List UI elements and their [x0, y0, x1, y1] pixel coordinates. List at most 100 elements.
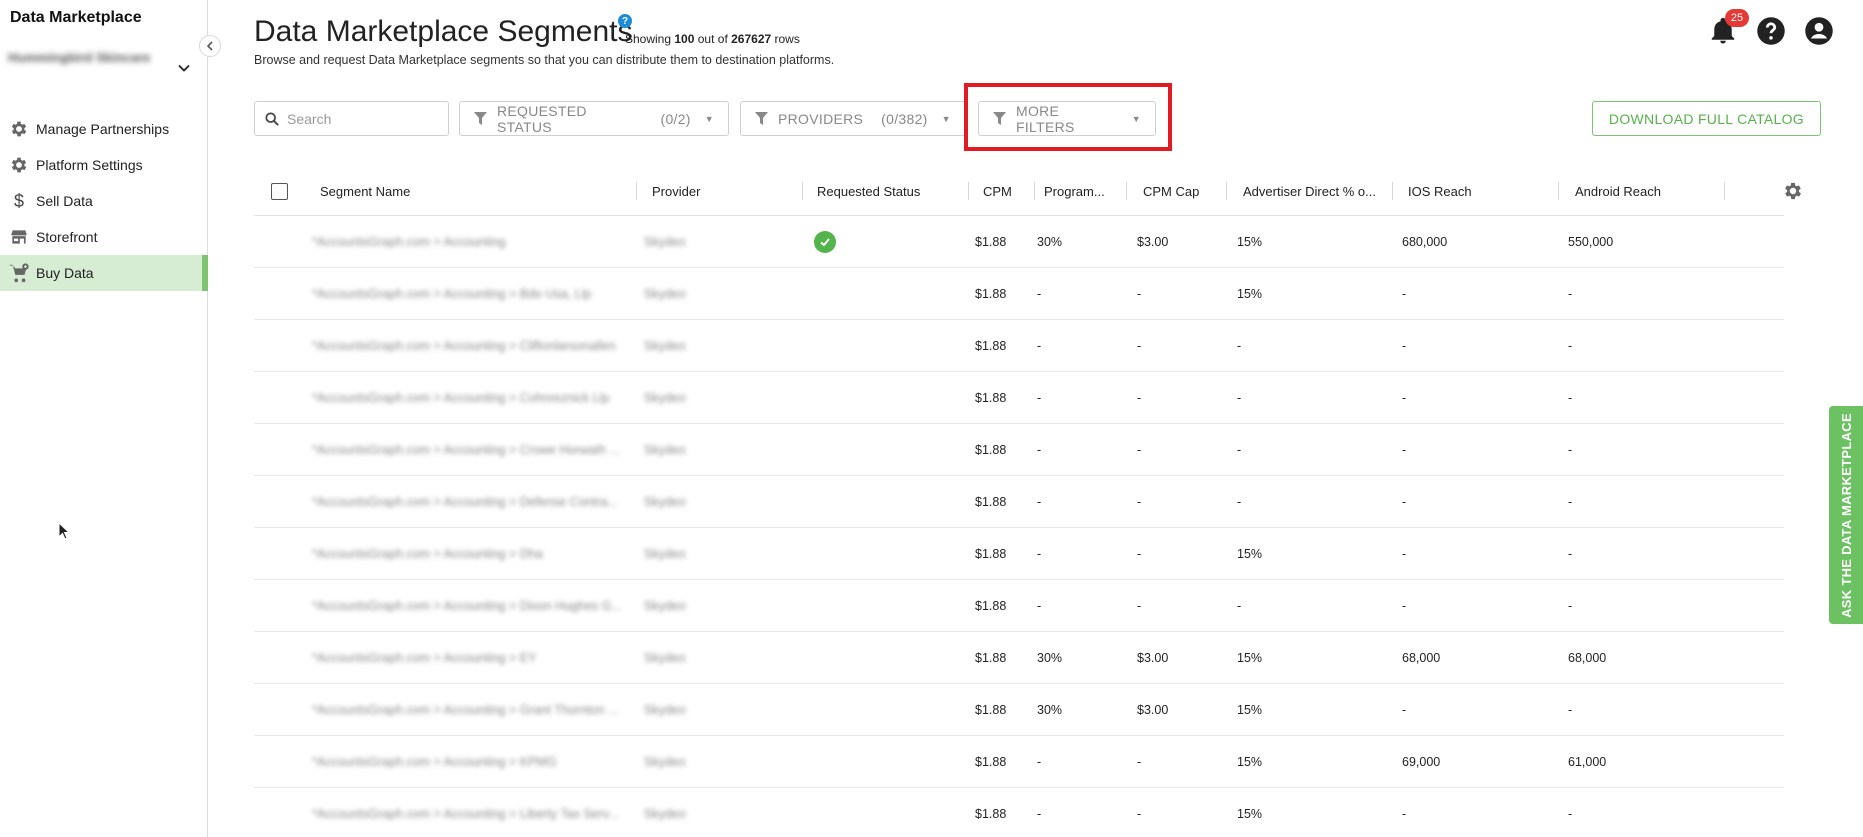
cell-cpm: $1.88: [975, 235, 1007, 249]
sidebar-item-buy-data[interactable]: Buy Data: [0, 255, 208, 291]
header-provider[interactable]: Provider: [652, 167, 700, 216]
cell-programmatic: -: [1037, 339, 1042, 353]
cell-programmatic: -: [1037, 547, 1042, 561]
cell-programmatic: -: [1037, 807, 1042, 821]
help-icon[interactable]: ?: [618, 14, 632, 28]
cell-segment-name: *AccountsGraph.com > Accounting > EY: [312, 651, 537, 665]
table-row[interactable]: *AccountsGraph.com > Accounting > KPMG Sk…: [254, 736, 1784, 788]
filter-icon: [755, 111, 768, 126]
table-row[interactable]: *AccountsGraph.com > Accounting > Dixon …: [254, 580, 1784, 632]
cell-advertiser-direct: 15%: [1237, 287, 1263, 301]
cell-cpm: $1.88: [975, 339, 1007, 353]
cell-cpm-cap: -: [1137, 807, 1142, 821]
cell-cpm-cap: $3.00: [1137, 235, 1169, 249]
header-requested-status[interactable]: Requested Status: [817, 167, 920, 216]
header-cpm-cap[interactable]: CPM Cap: [1143, 167, 1199, 216]
header-cpm[interactable]: CPM: [983, 167, 1012, 216]
cell-android-reach: 550,000: [1568, 235, 1614, 249]
page-subtitle: Browse and request Data Marketplace segm…: [254, 53, 835, 67]
collapse-sidebar-button[interactable]: [199, 35, 221, 57]
table-row[interactable]: *AccountsGraph.com > Accounting > Defens…: [254, 476, 1784, 528]
total-rows: 267627: [731, 32, 772, 46]
table-row[interactable]: *AccountsGraph.com > Accounting > Crowe …: [254, 424, 1784, 476]
cell-advertiser-direct: -: [1237, 443, 1242, 457]
user-menu-button[interactable]: [1803, 15, 1835, 47]
caret-down-icon: ▼: [704, 113, 714, 124]
cell-advertiser-direct: 15%: [1237, 807, 1263, 821]
download-full-catalog-button[interactable]: DOWNLOAD FULL CATALOG: [1591, 101, 1821, 136]
sidebar-item-sell-data[interactable]: $ Sell Data: [0, 183, 208, 219]
cell-segment-name: *AccountsGraph.com > Accounting > Bdo Us…: [312, 287, 592, 301]
cell-ios-reach: -: [1402, 391, 1407, 405]
cell-provider: Skydeo: [644, 443, 686, 457]
help-button[interactable]: [1755, 15, 1787, 47]
cell-programmatic: -: [1037, 443, 1042, 457]
check-circle-icon: [814, 231, 836, 253]
table-header: Segment Name Provider Requested Status C…: [254, 167, 1801, 216]
showing-count: 100: [674, 32, 695, 46]
cell-provider: Skydeo: [644, 391, 686, 405]
cell-segment-name: *AccountsGraph.com > Accounting > Clifto…: [312, 339, 616, 353]
sidebar-item-label: Manage Partnerships: [36, 121, 170, 137]
header-android-reach[interactable]: Android Reach: [1575, 167, 1661, 216]
search-icon: [265, 111, 279, 126]
search-input[interactable]: [287, 110, 437, 127]
sidebar-item-platform-settings[interactable]: Platform Settings: [0, 147, 208, 183]
cell-ios-reach: -: [1402, 495, 1407, 509]
search-box: [254, 101, 449, 136]
column-settings-button[interactable]: [1782, 180, 1804, 205]
notifications-button[interactable]: 25: [1707, 9, 1749, 47]
table-row[interactable]: *AccountsGraph.com > Accounting > EY Skyd…: [254, 632, 1784, 684]
ask-the-data-marketplace-tab[interactable]: ASK THE DATA MARKETPLACE: [1829, 406, 1863, 624]
sidebar: Data Marketplace Hummingbird Skincare Ma…: [0, 0, 208, 837]
sidebar-item-label: Storefront: [36, 229, 98, 245]
cell-programmatic: -: [1037, 391, 1042, 405]
showing-prefix: Showing: [625, 32, 672, 46]
chevron-left-icon: [206, 41, 213, 51]
table-row[interactable]: *AccountsGraph.com > Accounting > Dha Sky…: [254, 528, 1784, 580]
gear-icon: [1785, 182, 1801, 200]
header-advertiser-direct[interactable]: Advertiser Direct % o...: [1243, 167, 1376, 216]
cell-android-reach: -: [1568, 547, 1573, 561]
table-row[interactable]: *AccountsGraph.com > Accounting > Bdo Us…: [254, 268, 1784, 320]
cell-android-reach: -: [1568, 287, 1573, 301]
cell-programmatic: -: [1037, 599, 1042, 613]
sidebar-item-storefront[interactable]: Storefront: [0, 219, 208, 255]
cell-provider: Skydeo: [644, 651, 686, 665]
table-row[interactable]: *AccountsGraph.com > Accounting Skydeo $1.…: [254, 216, 1784, 268]
app-title: Data Marketplace: [10, 9, 142, 26]
cell-provider: Skydeo: [644, 235, 686, 249]
providers-count: (0/382): [881, 110, 928, 127]
cell-programmatic: 30%: [1037, 651, 1063, 665]
requested-status-label: REQUESTED STATUS: [497, 102, 587, 135]
cell-provider: Skydeo: [644, 755, 686, 769]
top-icons: 25: [1707, 9, 1835, 47]
table-row[interactable]: *AccountsGraph.com > Accounting > Libert…: [254, 788, 1784, 837]
store-icon: [8, 226, 30, 248]
cell-segment-name: *AccountsGraph.com > Accounting > Dixon …: [312, 599, 622, 613]
sidebar-item-manage-partnerships[interactable]: Manage Partnerships: [0, 111, 208, 147]
requested-status-filter[interactable]: REQUESTED STATUS (0/2) ▼: [459, 101, 729, 136]
mouse-cursor-icon: [58, 522, 70, 540]
account-selector[interactable]: Hummingbird Skincare: [8, 50, 198, 80]
cell-advertiser-direct: -: [1237, 339, 1242, 353]
table-row[interactable]: *AccountsGraph.com > Accounting > Clifto…: [254, 320, 1784, 372]
cell-segment-name: *AccountsGraph.com > Accounting > Defens…: [312, 495, 618, 509]
providers-filter[interactable]: PROVIDERS (0/382) ▼: [740, 101, 966, 136]
cell-ios-reach: 68,000: [1402, 651, 1441, 665]
cell-programmatic: -: [1037, 495, 1042, 509]
dollar-icon: $: [13, 190, 24, 211]
header-programmatic[interactable]: Program...: [1044, 167, 1105, 216]
cell-segment-name: *AccountsGraph.com > Accounting > Grant …: [312, 703, 619, 717]
chevron-down-icon: [178, 64, 190, 72]
header-ios-reach[interactable]: IOS Reach: [1408, 167, 1472, 216]
cell-provider: Skydeo: [644, 339, 686, 353]
table-row[interactable]: *AccountsGraph.com > Accounting > Cohnre…: [254, 372, 1784, 424]
header-segment-name[interactable]: Segment Name: [320, 167, 410, 216]
table-row[interactable]: *AccountsGraph.com > Accounting > Grant …: [254, 684, 1784, 736]
cell-segment-name: *AccountsGraph.com > Accounting > Libert…: [312, 807, 619, 821]
cell-android-reach: 68,000: [1568, 651, 1607, 665]
cell-cpm-cap: -: [1137, 495, 1142, 509]
sidebar-item-label: Buy Data: [36, 265, 94, 281]
select-all-checkbox[interactable]: [271, 167, 288, 216]
